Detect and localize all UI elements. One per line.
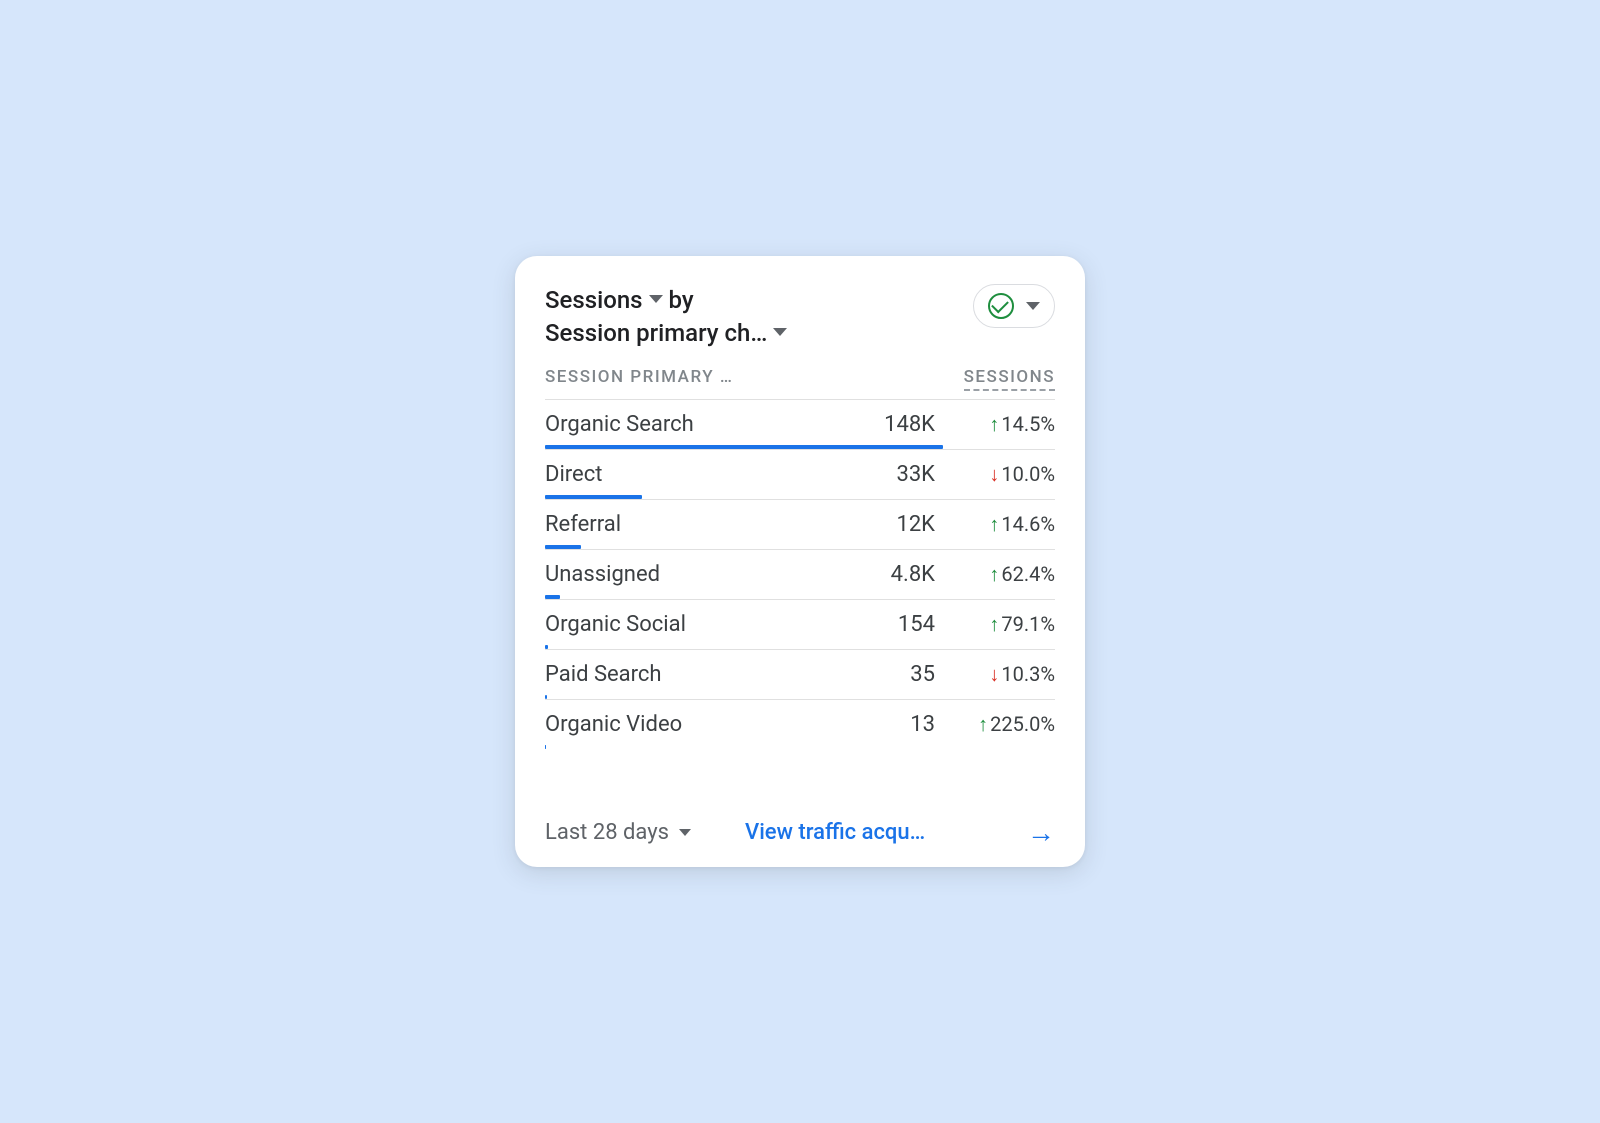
channel-name: Paid Search <box>545 662 845 687</box>
arrow-up-icon: ↑ <box>989 564 999 584</box>
table-row[interactable]: Organic Search148K↑14.5% <box>545 400 1055 449</box>
bar-fill <box>545 445 943 449</box>
table-row[interactable]: Unassigned4.8K↑62.4% <box>545 550 1055 599</box>
card-title: Sessions by Session primary ch… <box>545 284 791 349</box>
bar-track <box>545 695 1055 699</box>
channel-name: Organic Social <box>545 612 845 637</box>
channel-name: Unassigned <box>545 562 845 587</box>
caret-down-icon <box>649 295 663 303</box>
delta-percent: 79.1% <box>1001 612 1055 636</box>
bar-fill <box>545 595 560 599</box>
arrow-up-icon: ↑ <box>989 614 999 634</box>
spacer <box>545 749 1055 809</box>
delta-value: ↑14.6% <box>935 512 1055 536</box>
channel-name: Referral <box>545 512 845 537</box>
bar-track <box>545 445 1055 449</box>
bar-fill <box>545 495 642 499</box>
delta-value: ↓10.0% <box>935 462 1055 486</box>
bar-track <box>545 645 1055 649</box>
sessions-value: 13 <box>845 712 935 737</box>
delta-percent: 10.0% <box>1001 462 1055 486</box>
check-circle-icon <box>988 293 1014 319</box>
delta-value: ↑79.1% <box>935 612 1055 636</box>
bar-track <box>545 745 1055 749</box>
by-word: by <box>669 284 694 316</box>
bar-fill <box>545 645 548 649</box>
arrow-up-icon: ↑ <box>978 714 988 734</box>
table-row[interactable]: Paid Search35↓10.3% <box>545 650 1055 699</box>
arrow-down-icon: ↓ <box>989 464 999 484</box>
bar-track <box>545 495 1055 499</box>
channel-name: Organic Video <box>545 712 845 737</box>
status-dropdown[interactable] <box>973 284 1055 328</box>
table-row[interactable]: Direct33K↓10.0% <box>545 450 1055 499</box>
date-range-label: Last 28 days <box>545 820 669 845</box>
caret-down-icon <box>1026 302 1040 310</box>
delta-percent: 14.6% <box>1001 512 1055 536</box>
delta-value: ↑225.0% <box>935 712 1055 736</box>
delta-value: ↑14.5% <box>935 412 1055 436</box>
sessions-by-channel-card: Sessions by Session primary ch… SESSION … <box>515 256 1085 867</box>
column-header-dimension: SESSION PRIMARY … <box>545 367 733 391</box>
delta-percent: 225.0% <box>990 712 1055 736</box>
delta-percent: 62.4% <box>1001 562 1055 586</box>
arrow-down-icon: ↓ <box>989 664 999 684</box>
column-header-sessions[interactable]: SESSIONS <box>964 367 1055 391</box>
bar-fill <box>545 545 581 549</box>
arrow-up-icon: ↑ <box>989 514 999 534</box>
bar-fill <box>545 695 547 699</box>
sessions-value: 148K <box>845 412 935 437</box>
sessions-value: 12K <box>845 512 935 537</box>
table-row[interactable]: Organic Video13↑225.0% <box>545 700 1055 749</box>
delta-percent: 14.5% <box>1001 412 1055 436</box>
dimension-selector[interactable]: Session primary ch… <box>545 317 767 349</box>
delta-value: ↑62.4% <box>935 562 1055 586</box>
sessions-value: 33K <box>845 462 935 487</box>
view-report-link[interactable]: View traffic acqu… <box>745 820 1009 845</box>
sessions-value: 4.8K <box>845 562 935 587</box>
column-headers: SESSION PRIMARY … SESSIONS <box>545 367 1055 391</box>
delta-value: ↓10.3% <box>935 662 1055 686</box>
delta-percent: 10.3% <box>1001 662 1055 686</box>
caret-down-icon <box>679 829 691 836</box>
bar-fill <box>545 745 546 749</box>
channel-table: Organic Search148K↑14.5%Direct33K↓10.0%R… <box>545 400 1055 749</box>
arrow-up-icon: ↑ <box>989 414 999 434</box>
channel-name: Direct <box>545 462 845 487</box>
date-range-selector[interactable]: Last 28 days <box>545 820 691 845</box>
sessions-value: 154 <box>845 612 935 637</box>
bar-track <box>545 595 1055 599</box>
bar-track <box>545 545 1055 549</box>
card-footer: Last 28 days View traffic acqu… → <box>545 809 1055 847</box>
arrow-right-icon[interactable]: → <box>1027 819 1055 847</box>
metric-selector[interactable]: Sessions <box>545 284 643 316</box>
channel-name: Organic Search <box>545 412 845 437</box>
table-row[interactable]: Referral12K↑14.6% <box>545 500 1055 549</box>
caret-down-icon <box>773 328 787 336</box>
sessions-value: 35 <box>845 662 935 687</box>
card-header: Sessions by Session primary ch… <box>545 284 1055 349</box>
table-row[interactable]: Organic Social154↑79.1% <box>545 600 1055 649</box>
